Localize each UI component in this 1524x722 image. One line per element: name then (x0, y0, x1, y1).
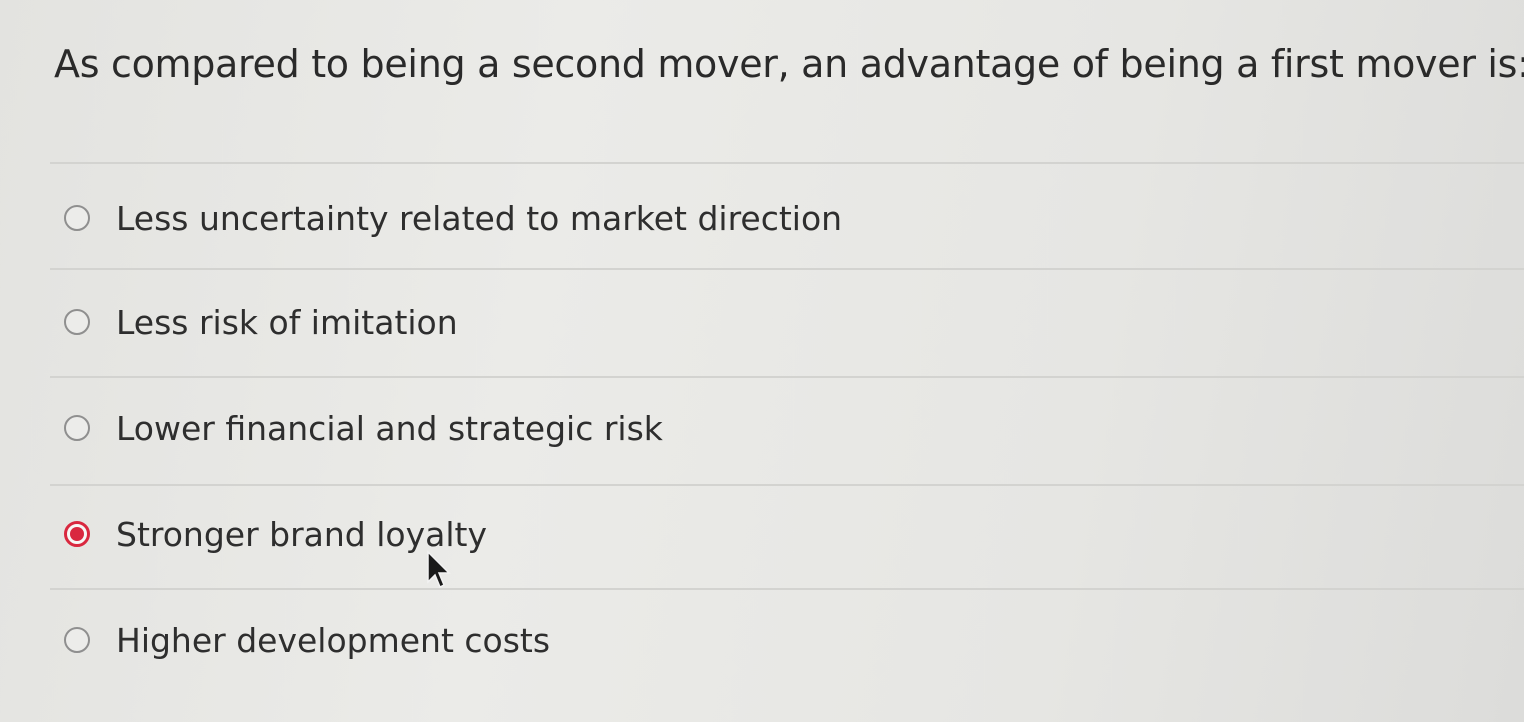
radio-button[interactable] (64, 627, 90, 653)
divider (50, 588, 1524, 590)
divider (50, 376, 1524, 378)
option-less-uncertainty[interactable]: Less uncertainty related to market direc… (64, 196, 842, 240)
radio-button[interactable] (64, 309, 90, 335)
option-label: Higher development costs (116, 620, 551, 660)
mouse-pointer-icon (427, 550, 451, 589)
option-label: Less risk of imitation (116, 302, 458, 342)
option-label: Lower financial and strategic risk (116, 408, 663, 448)
radio-button[interactable] (64, 415, 90, 441)
radio-selected-dot (70, 527, 84, 541)
option-higher-development-costs[interactable]: Higher development costs (64, 618, 550, 662)
divider (50, 484, 1524, 486)
radio-button-selected[interactable] (64, 521, 90, 547)
divider (50, 162, 1524, 164)
radio-button[interactable] (64, 205, 90, 231)
option-lower-financial-risk[interactable]: Lower financial and strategic risk (64, 406, 663, 450)
option-label: Stronger brand loyalty (116, 514, 487, 554)
question-text: As compared to being a second mover, an … (54, 42, 1524, 86)
option-less-risk-of-imitation[interactable]: Less risk of imitation (64, 300, 458, 344)
option-label: Less uncertainty related to market direc… (116, 198, 843, 238)
divider (50, 268, 1524, 270)
